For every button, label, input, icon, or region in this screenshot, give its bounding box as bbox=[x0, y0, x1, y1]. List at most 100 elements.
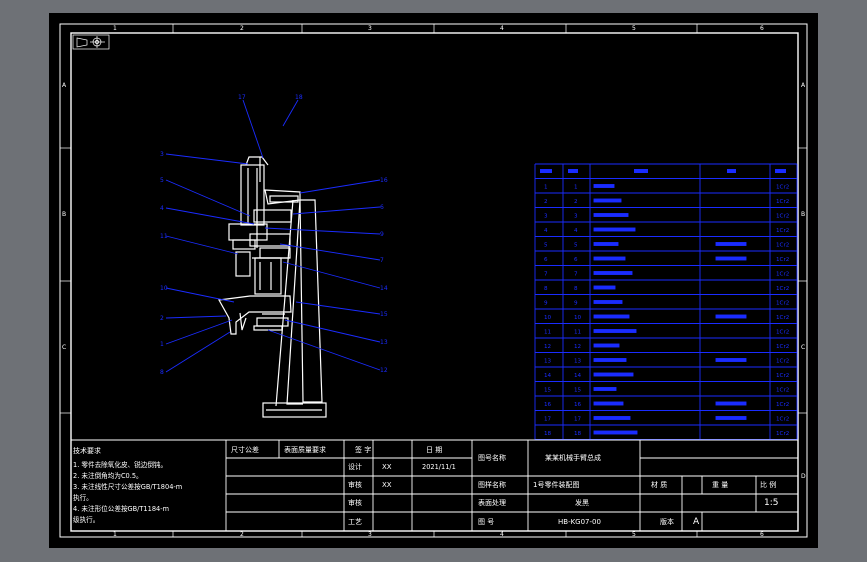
bom-row-no: 7 bbox=[544, 272, 548, 278]
bom-row-no: 18 bbox=[544, 431, 552, 437]
balloon-5: 5 bbox=[160, 177, 164, 184]
bom-row-material: 1Cr2 bbox=[776, 301, 789, 307]
bom-row-no: 17 bbox=[544, 417, 552, 423]
date-label: 日 期 bbox=[426, 446, 442, 454]
designer-name: XX bbox=[382, 463, 392, 471]
approve-label: 审核 bbox=[348, 498, 362, 507]
note-line: 1. 零件去除氧化皮、锐边倒钝。 bbox=[73, 460, 167, 469]
zone-label-bottom-1: 1 bbox=[113, 531, 117, 538]
drawing-no-label: 图 号 bbox=[478, 518, 494, 526]
sign-label: 签 字 bbox=[355, 445, 371, 454]
weight-label: 重 量 bbox=[712, 481, 728, 489]
balloon-13: 13 bbox=[380, 339, 388, 346]
bom-row-material: 1Cr2 bbox=[776, 359, 789, 365]
balloon-15: 15 bbox=[380, 311, 388, 318]
bom-row-code: 8 bbox=[574, 286, 578, 292]
design-label: 设计 bbox=[348, 462, 362, 471]
bom-row-code: 15 bbox=[574, 388, 582, 394]
zone-label-right-C: C bbox=[801, 344, 805, 351]
bom-row-code: 9 bbox=[574, 301, 578, 307]
process-label: 工艺 bbox=[348, 518, 362, 526]
zone-label-top-2: 2 bbox=[240, 25, 244, 32]
balloon-9: 9 bbox=[380, 231, 384, 238]
balloon-10: 10 bbox=[160, 285, 168, 292]
bom-row-code: 3 bbox=[574, 214, 578, 220]
zone-label-bottom-3: 3 bbox=[368, 531, 372, 538]
bom-row-material: 1Cr2 bbox=[776, 373, 789, 379]
balloon-1: 1 bbox=[160, 341, 164, 348]
cad-drawing-viewport[interactable]: 1 2 3 4 5 61 2 3 4 5 6ABCABCD 3541110218… bbox=[0, 0, 867, 562]
bom-row-material: 1Cr2 bbox=[776, 214, 789, 220]
bom-row-material: 1Cr2 bbox=[776, 199, 789, 205]
bom-row-material: 1Cr2 bbox=[776, 388, 789, 394]
note-line: 3. 未注线性尺寸公差按GB/T1804-m bbox=[73, 482, 182, 491]
revision-value: A bbox=[693, 517, 700, 527]
bom-row-code: 7 bbox=[574, 272, 578, 278]
balloon-7: 7 bbox=[380, 257, 384, 264]
surface-label: 表面质量要求 bbox=[284, 445, 326, 454]
bom-row-no: 5 bbox=[544, 243, 548, 249]
drawing-name-label: 图号名称 bbox=[478, 453, 506, 462]
note-line: 执行。 bbox=[73, 493, 93, 502]
bom-row-code: 13 bbox=[574, 359, 582, 365]
balloon-8: 8 bbox=[160, 369, 164, 376]
revision-label: 版本 bbox=[660, 517, 674, 526]
bom-row-material: 1Cr2 bbox=[776, 344, 789, 350]
zone-label-right-D: D bbox=[801, 473, 806, 480]
bom-row-material: 1Cr2 bbox=[776, 315, 789, 321]
zone-label-bottom-4: 4 bbox=[500, 531, 504, 538]
zone-label-left-B: B bbox=[62, 211, 66, 218]
bom-row-material: 1Cr2 bbox=[776, 257, 789, 263]
surface-treatment-value: 发黑 bbox=[575, 498, 589, 507]
balloon-4: 4 bbox=[160, 205, 164, 212]
bom-row-material: 1Cr2 bbox=[776, 286, 789, 292]
design-date: 2021/11/1 bbox=[422, 463, 456, 471]
bom-row-code: 5 bbox=[574, 243, 578, 249]
bom-row-material: 1Cr2 bbox=[776, 243, 789, 249]
bom-row-material: 1Cr2 bbox=[776, 272, 789, 278]
balloon-3: 3 bbox=[160, 151, 164, 158]
drawing-name: 某某机械手臂总成 bbox=[545, 453, 601, 462]
bom-row-material: 1Cr2 bbox=[776, 330, 789, 336]
material-value: 1号零件装配图 bbox=[533, 480, 579, 489]
note-line: 2. 未注倒角均为C0.5。 bbox=[73, 471, 143, 480]
bom-row-code: 1 bbox=[574, 185, 578, 191]
bom-row-material: 1Cr2 bbox=[776, 417, 789, 423]
drawing-no-value: HB-KG07-00 bbox=[558, 518, 601, 526]
zone-label-bottom-6: 6 bbox=[760, 531, 764, 538]
zone-label-left-C: C bbox=[62, 344, 66, 351]
notes-title: 技术要求 bbox=[73, 446, 101, 455]
scale-value: 1:5 bbox=[764, 498, 778, 508]
bom-row-code: 12 bbox=[574, 344, 581, 350]
bom-row-no: 10 bbox=[544, 315, 552, 321]
bom-row-no: 4 bbox=[544, 228, 548, 234]
bom-row-code: 6 bbox=[574, 257, 578, 263]
bom-row-material: 1Cr2 bbox=[776, 228, 789, 234]
bom-row-no: 16 bbox=[544, 402, 552, 408]
bom-row-code: 14 bbox=[574, 373, 582, 379]
zone-label-bottom-5: 5 bbox=[632, 531, 636, 538]
bom-row-code: 16 bbox=[574, 402, 582, 408]
zone-label-top-6: 6 bbox=[760, 25, 764, 32]
checker-name: XX bbox=[382, 481, 392, 489]
bom-row-no: 9 bbox=[544, 301, 548, 307]
bom-row-no: 13 bbox=[544, 359, 552, 365]
bom-row-no: 2 bbox=[544, 199, 548, 205]
bom-row-no: 8 bbox=[544, 286, 548, 292]
balloon-18: 18 bbox=[295, 94, 303, 101]
check-label: 审核 bbox=[348, 480, 362, 489]
bom-row-code: 11 bbox=[574, 330, 582, 336]
zone-label-top-4: 4 bbox=[500, 25, 504, 32]
bom-row-no: 3 bbox=[544, 214, 548, 220]
note-line: 级执行。 bbox=[73, 515, 99, 524]
bom-row-material: 1Cr2 bbox=[776, 402, 789, 408]
balloon-12: 12 bbox=[380, 367, 388, 374]
material-label: 图样名称 bbox=[478, 480, 506, 489]
balloon-16: 16 bbox=[380, 177, 388, 184]
note-line: 4. 未注形位公差按GB/T1184-m bbox=[73, 504, 169, 513]
bom-row-code: 4 bbox=[574, 228, 578, 234]
bom-row-material: 1Cr2 bbox=[776, 185, 789, 191]
tolerance-label: 尺寸公差 bbox=[231, 445, 259, 454]
bom-row-no: 12 bbox=[544, 344, 551, 350]
bom-row-no: 15 bbox=[544, 388, 552, 394]
